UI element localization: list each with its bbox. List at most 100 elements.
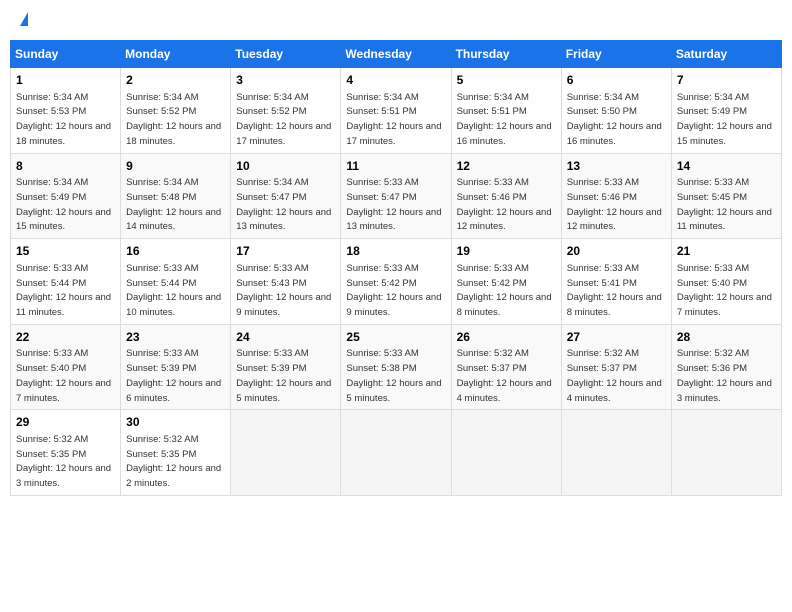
day-info: Sunrise: 5:34 AMSunset: 5:52 PMDaylight:…	[236, 92, 331, 147]
day-number: 30	[126, 414, 225, 431]
day-number: 6	[567, 72, 666, 89]
calendar-cell: 19 Sunrise: 5:33 AMSunset: 5:42 PMDayligh…	[451, 239, 561, 325]
day-number: 15	[16, 243, 115, 260]
calendar-cell	[671, 410, 781, 496]
calendar-cell: 6 Sunrise: 5:34 AMSunset: 5:50 PMDaylight…	[561, 68, 671, 154]
day-number: 13	[567, 158, 666, 175]
day-number: 11	[346, 158, 445, 175]
day-number: 9	[126, 158, 225, 175]
calendar-cell: 13 Sunrise: 5:33 AMSunset: 5:46 PMDayligh…	[561, 153, 671, 239]
day-number: 25	[346, 329, 445, 346]
day-info: Sunrise: 5:32 AMSunset: 5:36 PMDaylight:…	[677, 348, 772, 403]
day-info: Sunrise: 5:32 AMSunset: 5:35 PMDaylight:…	[126, 434, 221, 489]
day-number: 24	[236, 329, 335, 346]
day-number: 8	[16, 158, 115, 175]
day-info: Sunrise: 5:33 AMSunset: 5:40 PMDaylight:…	[677, 263, 772, 318]
day-number: 19	[457, 243, 556, 260]
day-info: Sunrise: 5:34 AMSunset: 5:49 PMDaylight:…	[677, 92, 772, 147]
day-info: Sunrise: 5:33 AMSunset: 5:42 PMDaylight:…	[346, 263, 441, 318]
day-info: Sunrise: 5:34 AMSunset: 5:47 PMDaylight:…	[236, 177, 331, 232]
calendar-cell: 11 Sunrise: 5:33 AMSunset: 5:47 PMDayligh…	[341, 153, 451, 239]
day-number: 7	[677, 72, 776, 89]
logo-icon	[20, 12, 28, 26]
day-number: 18	[346, 243, 445, 260]
day-info: Sunrise: 5:34 AMSunset: 5:48 PMDaylight:…	[126, 177, 221, 232]
calendar-cell	[451, 410, 561, 496]
calendar-cell: 18 Sunrise: 5:33 AMSunset: 5:42 PMDayligh…	[341, 239, 451, 325]
calendar-cell: 1 Sunrise: 5:34 AMSunset: 5:53 PMDaylight…	[11, 68, 121, 154]
day-number: 5	[457, 72, 556, 89]
col-header-saturday: Saturday	[671, 41, 781, 68]
day-number: 26	[457, 329, 556, 346]
day-info: Sunrise: 5:32 AMSunset: 5:35 PMDaylight:…	[16, 434, 111, 489]
calendar-cell: 9 Sunrise: 5:34 AMSunset: 5:48 PMDaylight…	[121, 153, 231, 239]
day-number: 1	[16, 72, 115, 89]
calendar-cell: 2 Sunrise: 5:34 AMSunset: 5:52 PMDaylight…	[121, 68, 231, 154]
day-info: Sunrise: 5:32 AMSunset: 5:37 PMDaylight:…	[457, 348, 552, 403]
col-header-monday: Monday	[121, 41, 231, 68]
calendar-cell: 23 Sunrise: 5:33 AMSunset: 5:39 PMDayligh…	[121, 324, 231, 410]
calendar-cell	[561, 410, 671, 496]
day-info: Sunrise: 5:33 AMSunset: 5:39 PMDaylight:…	[126, 348, 221, 403]
day-info: Sunrise: 5:33 AMSunset: 5:47 PMDaylight:…	[346, 177, 441, 232]
calendar-cell: 15 Sunrise: 5:33 AMSunset: 5:44 PMDayligh…	[11, 239, 121, 325]
calendar-cell: 4 Sunrise: 5:34 AMSunset: 5:51 PMDaylight…	[341, 68, 451, 154]
calendar-cell: 27 Sunrise: 5:32 AMSunset: 5:37 PMDayligh…	[561, 324, 671, 410]
calendar-cell: 30 Sunrise: 5:32 AMSunset: 5:35 PMDayligh…	[121, 410, 231, 496]
calendar-cell: 7 Sunrise: 5:34 AMSunset: 5:49 PMDaylight…	[671, 68, 781, 154]
calendar-cell	[231, 410, 341, 496]
day-info: Sunrise: 5:34 AMSunset: 5:53 PMDaylight:…	[16, 92, 111, 147]
day-info: Sunrise: 5:34 AMSunset: 5:51 PMDaylight:…	[346, 92, 441, 147]
calendar-cell: 22 Sunrise: 5:33 AMSunset: 5:40 PMDayligh…	[11, 324, 121, 410]
col-header-wednesday: Wednesday	[341, 41, 451, 68]
calendar-cell: 29Sunrise: 5:32 AMSunset: 5:35 PMDayligh…	[11, 410, 121, 496]
page-header	[10, 10, 782, 32]
day-info: Sunrise: 5:32 AMSunset: 5:37 PMDaylight:…	[567, 348, 662, 403]
day-info: Sunrise: 5:34 AMSunset: 5:49 PMDaylight:…	[16, 177, 111, 232]
day-info: Sunrise: 5:33 AMSunset: 5:46 PMDaylight:…	[567, 177, 662, 232]
col-header-sunday: Sunday	[11, 41, 121, 68]
logo	[18, 14, 28, 28]
calendar-cell: 26 Sunrise: 5:32 AMSunset: 5:37 PMDayligh…	[451, 324, 561, 410]
day-number: 27	[567, 329, 666, 346]
day-number: 20	[567, 243, 666, 260]
calendar-cell: 17 Sunrise: 5:33 AMSunset: 5:43 PMDayligh…	[231, 239, 341, 325]
day-number: 3	[236, 72, 335, 89]
day-info: Sunrise: 5:33 AMSunset: 5:46 PMDaylight:…	[457, 177, 552, 232]
day-info: Sunrise: 5:33 AMSunset: 5:41 PMDaylight:…	[567, 263, 662, 318]
day-info: Sunrise: 5:33 AMSunset: 5:42 PMDaylight:…	[457, 263, 552, 318]
calendar-cell: 28Sunrise: 5:32 AMSunset: 5:36 PMDayligh…	[671, 324, 781, 410]
calendar-cell: 25 Sunrise: 5:33 AMSunset: 5:38 PMDayligh…	[341, 324, 451, 410]
day-number: 10	[236, 158, 335, 175]
day-number: 23	[126, 329, 225, 346]
day-number: 2	[126, 72, 225, 89]
calendar-cell: 10 Sunrise: 5:34 AMSunset: 5:47 PMDayligh…	[231, 153, 341, 239]
day-info: Sunrise: 5:34 AMSunset: 5:50 PMDaylight:…	[567, 92, 662, 147]
day-number: 17	[236, 243, 335, 260]
day-number: 16	[126, 243, 225, 260]
day-info: Sunrise: 5:33 AMSunset: 5:38 PMDaylight:…	[346, 348, 441, 403]
calendar-table: SundayMondayTuesdayWednesdayThursdayFrid…	[10, 40, 782, 496]
day-number: 21	[677, 243, 776, 260]
day-number: 4	[346, 72, 445, 89]
calendar-cell: 3 Sunrise: 5:34 AMSunset: 5:52 PMDaylight…	[231, 68, 341, 154]
day-info: Sunrise: 5:33 AMSunset: 5:40 PMDaylight:…	[16, 348, 111, 403]
day-info: Sunrise: 5:33 AMSunset: 5:44 PMDaylight:…	[126, 263, 221, 318]
day-number: 22	[16, 329, 115, 346]
calendar-cell	[341, 410, 451, 496]
col-header-thursday: Thursday	[451, 41, 561, 68]
calendar-cell: 21 Sunrise: 5:33 AMSunset: 5:40 PMDayligh…	[671, 239, 781, 325]
day-info: Sunrise: 5:33 AMSunset: 5:43 PMDaylight:…	[236, 263, 331, 318]
col-header-tuesday: Tuesday	[231, 41, 341, 68]
day-number: 12	[457, 158, 556, 175]
calendar-cell: 5 Sunrise: 5:34 AMSunset: 5:51 PMDaylight…	[451, 68, 561, 154]
calendar-cell: 20 Sunrise: 5:33 AMSunset: 5:41 PMDayligh…	[561, 239, 671, 325]
day-info: Sunrise: 5:33 AMSunset: 5:39 PMDaylight:…	[236, 348, 331, 403]
day-number: 14	[677, 158, 776, 175]
day-info: Sunrise: 5:34 AMSunset: 5:52 PMDaylight:…	[126, 92, 221, 147]
day-info: Sunrise: 5:33 AMSunset: 5:44 PMDaylight:…	[16, 263, 111, 318]
day-info: Sunrise: 5:34 AMSunset: 5:51 PMDaylight:…	[457, 92, 552, 147]
calendar-cell: 14 Sunrise: 5:33 AMSunset: 5:45 PMDayligh…	[671, 153, 781, 239]
calendar-cell: 8 Sunrise: 5:34 AMSunset: 5:49 PMDaylight…	[11, 153, 121, 239]
day-info: Sunrise: 5:33 AMSunset: 5:45 PMDaylight:…	[677, 177, 772, 232]
